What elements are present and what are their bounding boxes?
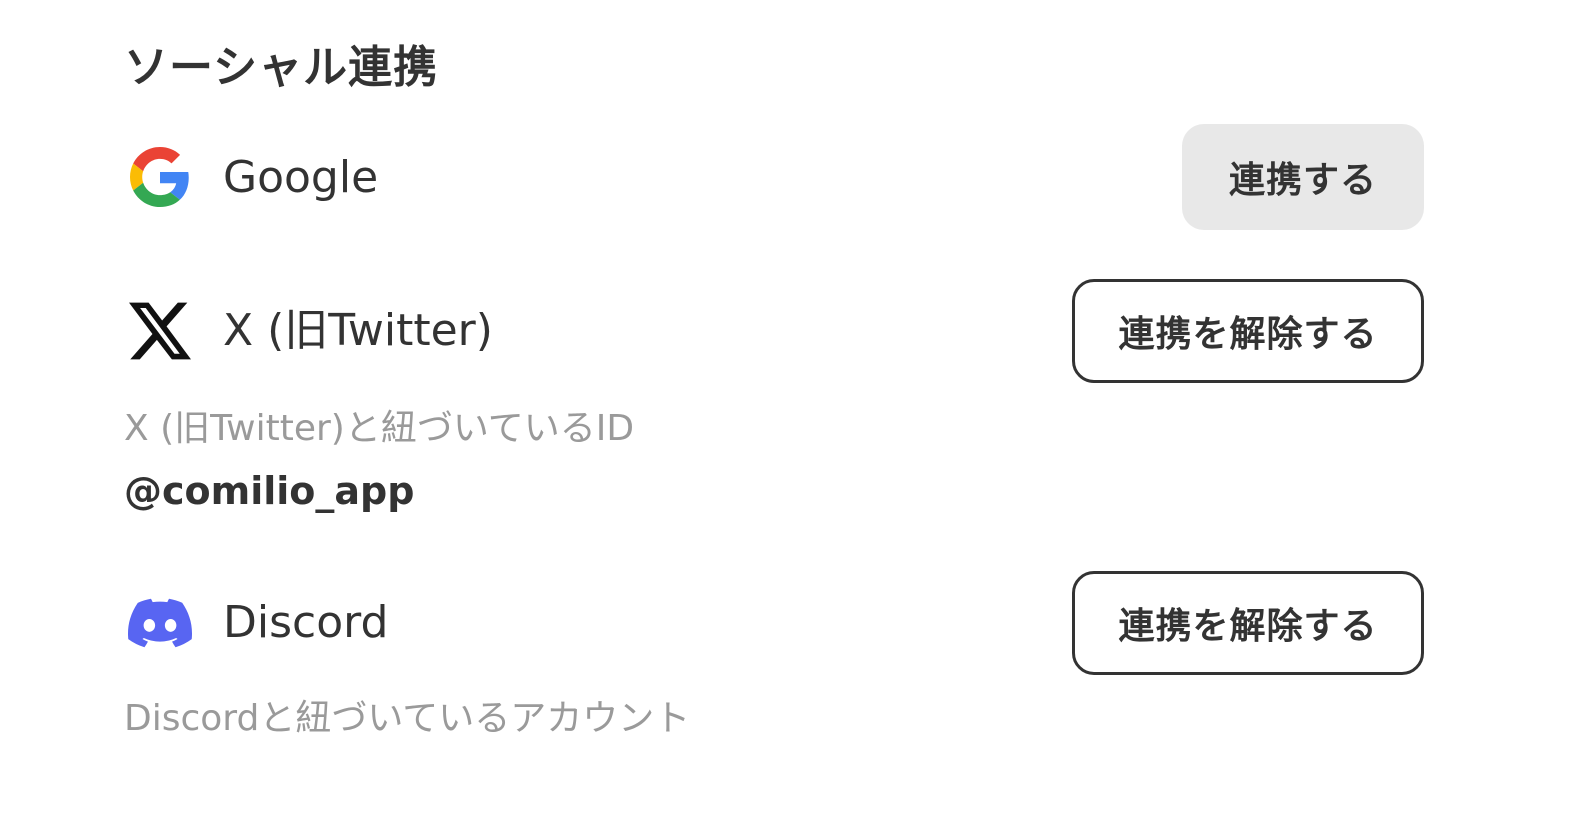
disconnect-button[interactable]: 連携を解除する xyxy=(1072,571,1424,675)
linked-id-caption: X (旧Twitter)と紐づいているID xyxy=(124,408,635,449)
social-link-settings: ソーシャル連携 Google 連携する X (旧Twitter) 連携を解除する… xyxy=(0,0,1588,822)
x-icon xyxy=(128,299,192,363)
provider-name: Discord xyxy=(223,597,389,648)
google-icon xyxy=(128,145,192,209)
discord-icon xyxy=(128,591,192,655)
connect-button[interactable]: 連携する xyxy=(1182,124,1424,230)
disconnect-button[interactable]: 連携を解除する xyxy=(1072,279,1424,383)
linked-account-caption: Discordと紐づいているアカウント xyxy=(124,698,691,739)
provider-row-x: X (旧Twitter) 連携を解除する xyxy=(124,279,1424,383)
section-title: ソーシャル連携 xyxy=(124,42,439,93)
linked-id-value: @comilio_app xyxy=(124,469,415,513)
provider-row-google: Google 連携する xyxy=(124,124,1424,230)
provider-row-discord: Discord 連携を解除する xyxy=(124,571,1424,675)
provider-name: X (旧Twitter) xyxy=(223,305,493,356)
provider-name: Google xyxy=(223,152,379,203)
